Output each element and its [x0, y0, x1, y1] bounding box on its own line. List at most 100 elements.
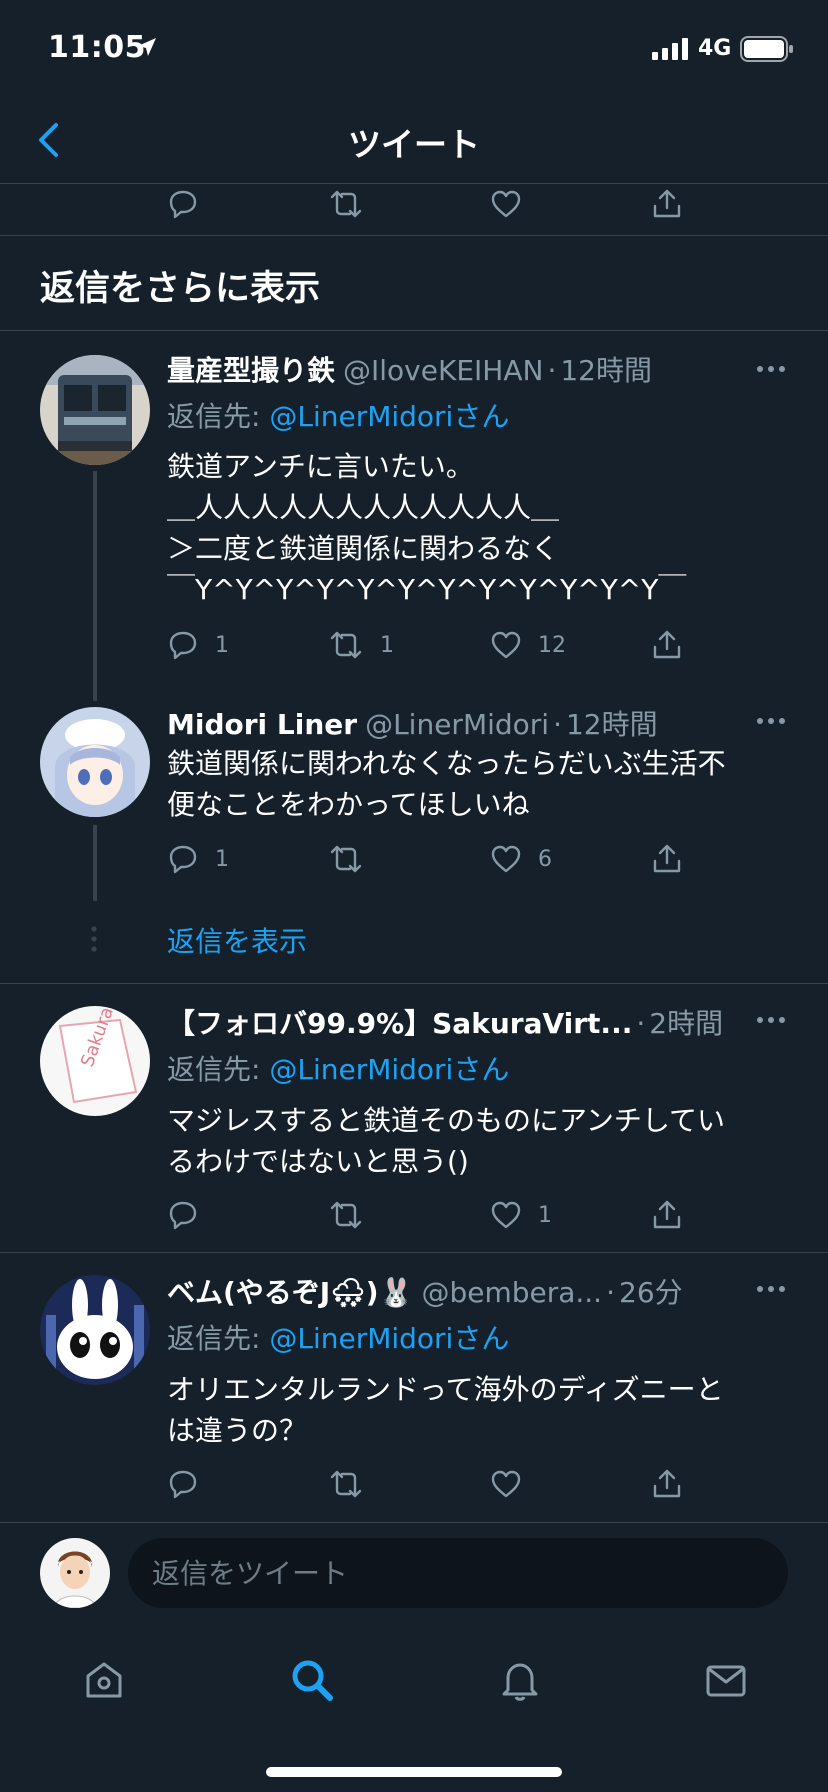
more-options-button[interactable]	[754, 701, 788, 741]
display-name[interactable]: 【フォロバ99.9%】SakuraVirt...	[167, 1007, 632, 1040]
tweet[interactable]: ベム(やるぞJ🌨)🐰 @bembera... · 26分 返信先: @LinerMid…	[0, 1253, 828, 1521]
avatar[interactable]	[40, 1275, 150, 1385]
reply-icon	[169, 190, 197, 219]
retweet-icon	[330, 1470, 362, 1498]
share-button[interactable]	[651, 184, 683, 224]
reply-to-prefix: 返信先:	[167, 400, 270, 433]
reply-button[interactable]	[167, 184, 199, 224]
reply-to: 返信先: @LinerMidoriさん	[167, 1048, 509, 1088]
rabbit-avatar-image	[40, 1275, 150, 1385]
display-name[interactable]: 量産型撮り鉄	[167, 354, 335, 387]
like-button[interactable]	[490, 1464, 522, 1504]
avatar[interactable]	[40, 355, 150, 465]
more-options-button[interactable]	[754, 349, 788, 389]
reply-button[interactable]: 1	[167, 625, 229, 665]
retweet-button[interactable]: 1	[328, 625, 394, 665]
reply-count: 1	[215, 846, 229, 872]
more-options-button[interactable]	[754, 1269, 788, 1309]
retweet-button[interactable]	[328, 839, 364, 879]
reply-icon	[169, 631, 197, 660]
reply-to: 返信先: @LinerMidoriさん	[167, 1317, 509, 1357]
tweet-line: 便なことをわかってほしいね	[167, 788, 530, 821]
vertical-dots-icon	[91, 926, 97, 952]
share-icon	[653, 1200, 681, 1229]
display-name[interactable]: ベム(やるぞJ🌨)🐰	[167, 1276, 413, 1309]
battery-icon	[740, 36, 793, 62]
share-icon	[653, 630, 681, 659]
heart-icon	[491, 1201, 521, 1229]
anime-avatar-image	[40, 707, 150, 817]
tweet-line: は違うの？	[167, 1414, 308, 1447]
handle[interactable]: @IloveKEIHAN	[343, 354, 543, 387]
handle[interactable]: @bembera...	[421, 1276, 602, 1309]
bell-icon	[502, 1663, 538, 1701]
retweet-icon	[330, 1201, 362, 1229]
tweet-body: マジレスすると鉄道そのものにアンチしてい るわけではないと思う()	[167, 1100, 787, 1182]
share-button[interactable]	[651, 1464, 683, 1504]
my-avatar[interactable]	[40, 1538, 110, 1608]
tweet-body: 鉄道アンチに言いたい。 ＿人人人人人人人人人人人人＿ ＞二度と鉄道関係に関わるな…	[167, 446, 787, 610]
separator-dot: ·	[606, 1276, 615, 1309]
heart-icon	[491, 631, 521, 659]
tweet-line: マジレスすると鉄道そのものにアンチしてい	[167, 1104, 726, 1137]
avatar[interactable]: Sakura	[40, 1006, 150, 1116]
network-label: 4G	[698, 36, 732, 61]
reply-input[interactable]	[128, 1538, 788, 1608]
share-button[interactable]	[651, 1195, 683, 1235]
reply-icon	[169, 845, 197, 874]
tweet-line: るわけではないと思う()	[167, 1145, 469, 1178]
tweet[interactable]: Sakura 【フォロバ99.9%】SakuraVirt... · 2時間 返信先:…	[0, 984, 828, 1252]
tweet-header: 【フォロバ99.9%】SakuraVirt... · 2時間	[167, 1002, 738, 1042]
tweet[interactable]: 量産型撮り鉄 @IloveKEIHAN · 12時間 返信先: @LinerMidor…	[0, 331, 828, 701]
reply-button[interactable]	[167, 1195, 199, 1235]
tab-home[interactable]	[74, 1650, 134, 1710]
retweet-button[interactable]	[328, 184, 364, 224]
share-button[interactable]	[651, 839, 683, 879]
show-replies-link[interactable]: 返信を表示	[167, 920, 307, 960]
avatar[interactable]	[40, 707, 150, 817]
reply-mention[interactable]: @LinerMidori	[269, 1053, 453, 1086]
tab-messages[interactable]	[696, 1650, 756, 1710]
like-button[interactable]: 1	[490, 1195, 552, 1235]
reply-to: 返信先: @LinerMidoriさん	[167, 395, 509, 435]
home-icon	[86, 1662, 122, 1698]
location-arrow-icon	[138, 38, 156, 56]
reply-button[interactable]	[167, 1464, 199, 1504]
reply-suffix: さん	[453, 400, 510, 433]
more-replies-section[interactable]: 返信をさらに表示	[0, 236, 828, 331]
sakura-avatar-image: Sakura	[40, 1006, 150, 1116]
timestamp: 2時間	[649, 1007, 724, 1040]
share-button[interactable]	[651, 625, 683, 665]
like-count: 1	[538, 1202, 552, 1228]
more-options-button[interactable]	[754, 1000, 788, 1040]
like-button[interactable]: 12	[490, 625, 566, 665]
display-name[interactable]: Midori Liner	[167, 708, 357, 741]
like-button[interactable]: 6	[490, 839, 552, 879]
reply-suffix: さん	[453, 1053, 510, 1086]
separator-dot: ·	[553, 708, 562, 741]
tab-notifications[interactable]	[490, 1650, 550, 1710]
tweet-line: 鉄道関係に関われなくなったらだいぶ生活不	[167, 747, 726, 780]
reply-mention[interactable]: @LinerMidori	[269, 400, 453, 433]
reply-button[interactable]: 1	[167, 839, 229, 879]
tweet-header: ベム(やるぞJ🌨)🐰 @bembera... · 26分	[167, 1271, 738, 1311]
heart-icon	[491, 1470, 521, 1498]
reply-mention[interactable]: @LinerMidori	[269, 1322, 453, 1355]
handle[interactable]: @LinerMidori	[365, 708, 549, 741]
mail-icon	[706, 1665, 746, 1697]
tab-search[interactable]	[282, 1650, 342, 1710]
like-button[interactable]	[490, 184, 522, 224]
tweet-line: ＞二度と鉄道関係に関わるなく	[167, 532, 560, 565]
tweet-body: オリエンタルランドって海外のディズニーと は違うの？	[167, 1369, 787, 1451]
home-indicator	[266, 1767, 562, 1777]
timestamp: 12時間	[565, 708, 658, 741]
tweet-line: ＿人人人人人人人人人人人人＿	[167, 491, 560, 524]
tweet-line: オリエンタルランドって海外のディズニーと	[167, 1373, 724, 1406]
heart-icon	[491, 190, 521, 218]
tweet-header: Midori Liner @LinerMidori · 12時間	[167, 703, 738, 743]
retweet-button[interactable]	[328, 1464, 364, 1504]
like-count: 6	[538, 846, 552, 872]
retweet-count: 1	[380, 632, 394, 658]
retweet-button[interactable]	[328, 1195, 364, 1235]
tweet[interactable]: Midori Liner @LinerMidori · 12時間 鉄道関係に関われなく…	[0, 701, 828, 983]
